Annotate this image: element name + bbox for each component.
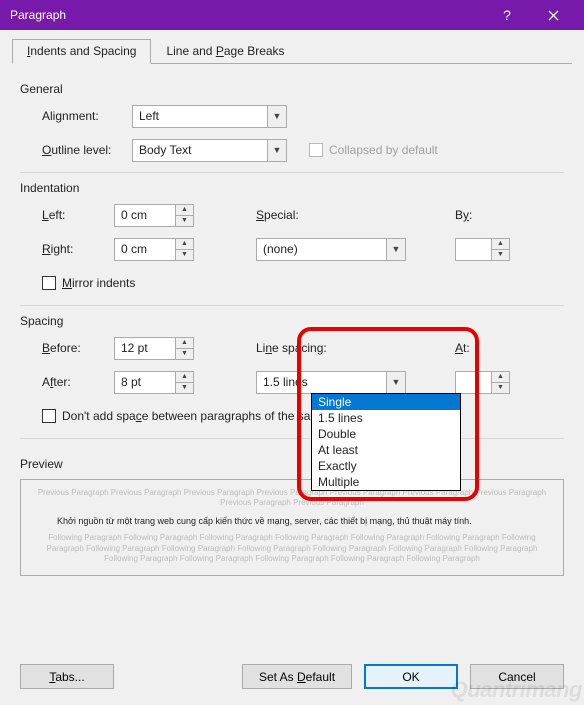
spinner-up-icon[interactable]: ▲	[176, 372, 193, 383]
chevron-down-icon[interactable]: ▼	[267, 106, 286, 127]
chevron-down-icon[interactable]: ▼	[386, 239, 405, 260]
section-preview: Preview Previous Paragraph Previous Para…	[20, 457, 564, 576]
outline-label: Outline level:	[42, 143, 132, 157]
chevron-down-icon[interactable]: ▼	[267, 140, 286, 161]
after-input[interactable]: 8 pt ▲▼	[114, 371, 194, 394]
preview-main-text: Khởi nguồn từ một trang web cung cấp kiế…	[57, 515, 527, 528]
chevron-down-icon[interactable]: ▼	[386, 372, 405, 393]
tab-indents-spacing[interactable]: Indents and Spacing	[12, 39, 151, 64]
outline-combo[interactable]: Body Text ▼	[132, 139, 287, 162]
dropdown-option[interactable]: Multiple	[312, 474, 460, 490]
section-general: General	[20, 82, 564, 96]
at-label: At:	[455, 341, 485, 355]
indent-left-input[interactable]: 0 cm ▲▼	[114, 204, 194, 227]
tab-line-page-breaks[interactable]: Line and Page Breaks	[151, 39, 299, 64]
by-input[interactable]: ▲▼	[455, 238, 510, 261]
spinner-down-icon[interactable]: ▼	[176, 216, 193, 226]
alignment-label: Alignment:	[42, 109, 132, 123]
dropdown-option[interactable]: Exactly	[312, 458, 460, 474]
spinner-up-icon[interactable]: ▲	[492, 239, 509, 250]
preview-heading: Preview	[20, 457, 564, 471]
indent-right-input[interactable]: 0 cm ▲▼	[114, 238, 194, 261]
dropdown-option[interactable]: 1.5 lines	[312, 410, 460, 426]
close-icon	[548, 10, 559, 21]
special-label: Special:	[256, 208, 305, 222]
spinner-down-icon[interactable]: ▼	[176, 383, 193, 393]
spinner-down-icon[interactable]: ▼	[492, 383, 509, 393]
preview-ghost-prev: Previous Paragraph Previous Paragraph Pr…	[35, 488, 549, 509]
dropdown-option[interactable]: Single	[312, 394, 460, 410]
dropdown-option[interactable]: At least	[312, 442, 460, 458]
line-spacing-dropdown[interactable]: Single 1.5 lines Double At least Exactly…	[311, 393, 461, 491]
help-button[interactable]: ?	[484, 0, 530, 30]
at-input[interactable]: ▲▼	[455, 371, 510, 394]
line-spacing-combo[interactable]: 1.5 lines ▼	[256, 371, 406, 394]
collapsed-checkbox: Collapsed by default	[309, 143, 438, 157]
before-input[interactable]: 12 pt ▲▼	[114, 337, 194, 360]
indent-left-label: Left:	[42, 208, 114, 222]
mirror-indents-checkbox[interactable]: Mirror indents	[42, 276, 135, 290]
line-spacing-label: Line spacing:	[256, 341, 327, 355]
tab-content: General Alignment: Left ▼ Outline level:…	[12, 64, 572, 652]
close-button[interactable]	[530, 0, 576, 30]
preview-box: Previous Paragraph Previous Paragraph Pr…	[20, 479, 564, 576]
spinner-down-icon[interactable]: ▼	[492, 250, 509, 260]
section-spacing: Spacing	[20, 314, 564, 328]
section-indentation: Indentation	[20, 181, 564, 195]
indent-right-label: Right:	[42, 242, 114, 256]
dropdown-option[interactable]: Double	[312, 426, 460, 442]
spinner-down-icon[interactable]: ▼	[176, 349, 193, 359]
ok-button[interactable]: OK	[364, 664, 458, 689]
cancel-button[interactable]: Cancel	[470, 664, 564, 689]
preview-ghost-next: Following Paragraph Following Paragraph …	[35, 533, 549, 564]
set-default-button[interactable]: Set As Default	[242, 664, 352, 689]
spinner-up-icon[interactable]: ▲	[176, 338, 193, 349]
spinner-up-icon[interactable]: ▲	[492, 372, 509, 383]
button-row: Tabs... Set As Default OK Cancel	[12, 652, 572, 705]
after-label: After:	[42, 375, 114, 389]
spinner-down-icon[interactable]: ▼	[176, 250, 193, 260]
dont-add-space-checkbox[interactable]: Don't add space between paragraphs of th…	[42, 409, 355, 423]
by-label: By:	[455, 208, 485, 222]
special-combo[interactable]: (none) ▼	[256, 238, 406, 261]
tabs-button[interactable]: Tabs...	[20, 664, 114, 689]
spinner-up-icon[interactable]: ▲	[176, 239, 193, 250]
tab-strip: Indents and Spacing Line and Page Breaks	[12, 40, 572, 64]
window-title: Paragraph	[8, 8, 484, 22]
titlebar: Paragraph ?	[0, 0, 584, 30]
alignment-combo[interactable]: Left ▼	[132, 105, 287, 128]
spinner-up-icon[interactable]: ▲	[176, 205, 193, 216]
before-label: Before:	[42, 341, 114, 355]
